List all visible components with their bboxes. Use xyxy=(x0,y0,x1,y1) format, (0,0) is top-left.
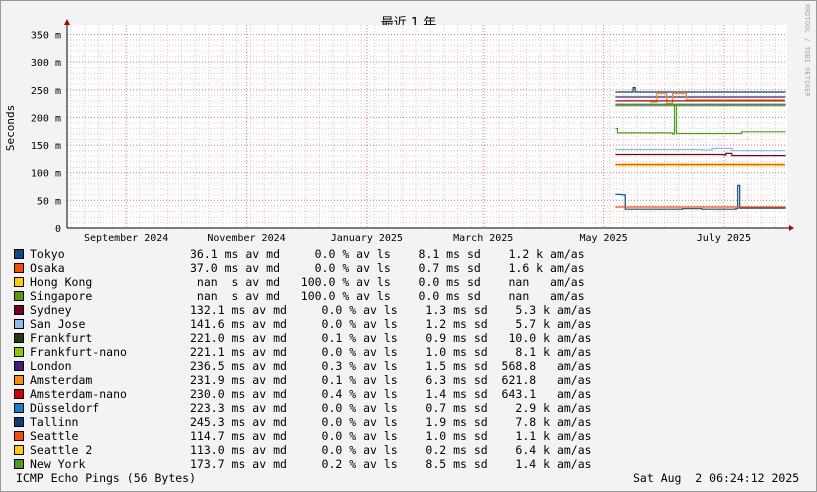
y-tick-label: 200 m xyxy=(31,113,61,124)
legend-stats: 37.0 ms av md 0.0 % av ls 0.7 ms sd 1.6 … xyxy=(190,261,585,275)
legend-stats: 223.3 ms av md 0.0 % av ls 0.7 ms sd 2.9… xyxy=(190,401,592,415)
legend-swatch xyxy=(14,277,24,287)
y-tick-label: 250 m xyxy=(31,86,61,97)
legend-name: Seattle xyxy=(30,429,79,443)
legend-stats: 236.5 ms av md 0.3 % av ls 1.5 ms sd 568… xyxy=(190,359,592,373)
legend-stats: 114.7 ms av md 0.0 % av ls 1.0 ms sd 1.1… xyxy=(190,429,592,443)
legend-swatch xyxy=(14,389,24,399)
x-tick-label: November 2024 xyxy=(207,233,285,244)
legend-swatch xyxy=(14,249,24,259)
legend-swatch xyxy=(14,417,24,427)
legend-swatch xyxy=(14,291,24,301)
legend-swatch xyxy=(14,445,24,455)
y-axis-label: Seconds xyxy=(4,105,17,151)
legend-name: Frankfurt xyxy=(30,331,93,345)
legend-swatch xyxy=(14,319,24,329)
legend-name: Amsterdam-nano xyxy=(30,387,127,401)
legend-swatch xyxy=(14,347,24,357)
legend-name: Singapore xyxy=(30,289,93,303)
legend-swatch xyxy=(14,403,24,413)
x-axis-arrow xyxy=(789,225,794,231)
x-tick-label: July 2025 xyxy=(697,233,751,244)
legend-swatch xyxy=(14,333,24,343)
legend-name: Sydney xyxy=(30,303,72,317)
y-tick-label: 50 m xyxy=(37,196,61,207)
series-line-osaka xyxy=(615,206,786,208)
legend-stats: nan s av md 100.0 % av ls 0.0 ms sd nan … xyxy=(190,289,585,303)
legend-stats: 141.6 ms av md 0.0 % av ls 1.2 ms sd 5.7… xyxy=(190,317,592,331)
legend-stats: 173.7 ms av md 0.2 % av ls 8.5 ms sd 1.4… xyxy=(190,457,592,471)
legend-stats: 113.0 ms av md 0.0 % av ls 0.2 ms sd 6.4… xyxy=(190,443,592,457)
legend-swatch xyxy=(14,459,24,469)
x-tick-label: May 2025 xyxy=(579,233,627,244)
legend-stats: 221.0 ms av md 0.1 % av ls 0.9 ms sd 10.… xyxy=(190,331,592,345)
legend-stats: nan s av md 100.0 % av ls 0.0 ms sd nan … xyxy=(190,275,585,289)
legend-name: Tokyo xyxy=(30,247,65,261)
legend-swatch xyxy=(14,431,24,441)
legend-stats: 221.1 ms av md 0.0 % av ls 1.0 ms sd 8.1… xyxy=(190,345,592,359)
x-tick-label: September 2024 xyxy=(84,233,168,244)
legend-stats: 36.1 ms av md 0.0 % av ls 8.1 ms sd 1.2 … xyxy=(190,247,585,261)
y-tick-label: 150 m xyxy=(31,141,61,152)
legend-name: San Jose xyxy=(30,317,86,331)
legend-name: London xyxy=(30,359,72,373)
legend-stats: 132.1 ms av md 0.0 % av ls 1.3 ms sd 5.3… xyxy=(190,303,592,317)
x-tick-label: January 2025 xyxy=(331,233,403,244)
legend-name: Frankfurt-nano xyxy=(30,345,127,359)
series-line-d-sseldorf xyxy=(615,103,786,105)
series-line-london xyxy=(615,96,786,98)
legend-name: Hong Kong xyxy=(30,275,93,289)
legend-name: Düsseldorf xyxy=(30,401,100,415)
legend-swatch xyxy=(14,305,24,315)
legend-name: Seattle 2 xyxy=(30,443,93,457)
y-tick-label: 300 m xyxy=(31,58,61,69)
legend-stats: 245.3 ms av md 0.0 % av ls 1.9 ms sd 7.8… xyxy=(190,415,592,429)
y-tick-label: 100 m xyxy=(31,169,61,180)
legend-swatch xyxy=(14,361,24,371)
x-tick-label: March 2025 xyxy=(453,233,513,244)
legend-swatch xyxy=(14,263,24,273)
legend-name: New York xyxy=(30,457,86,471)
y-axis-arrow xyxy=(64,19,70,25)
legend-name: Amsterdam xyxy=(30,373,93,387)
y-tick-label: 350 m xyxy=(31,31,61,42)
footer-left: ICMP Echo Pings (56 Bytes) xyxy=(16,471,197,485)
legend-stats: 231.9 ms av md 0.1 % av ls 6.3 ms sd 621… xyxy=(190,373,592,387)
rrdtool-watermark: RRDTOOL / TOBI OETIKER xyxy=(803,4,811,98)
footer-timestamp: Sat Aug 2 06:24:12 2025 xyxy=(633,471,800,485)
y-tick-label: 0 xyxy=(55,224,61,235)
legend-swatch xyxy=(14,375,24,385)
legend-name: Osaka xyxy=(30,261,65,275)
legend-name: Tallinn xyxy=(30,415,79,429)
legend-stats: 230.0 ms av md 0.4 % av ls 1.4 ms sd 643… xyxy=(190,387,592,401)
